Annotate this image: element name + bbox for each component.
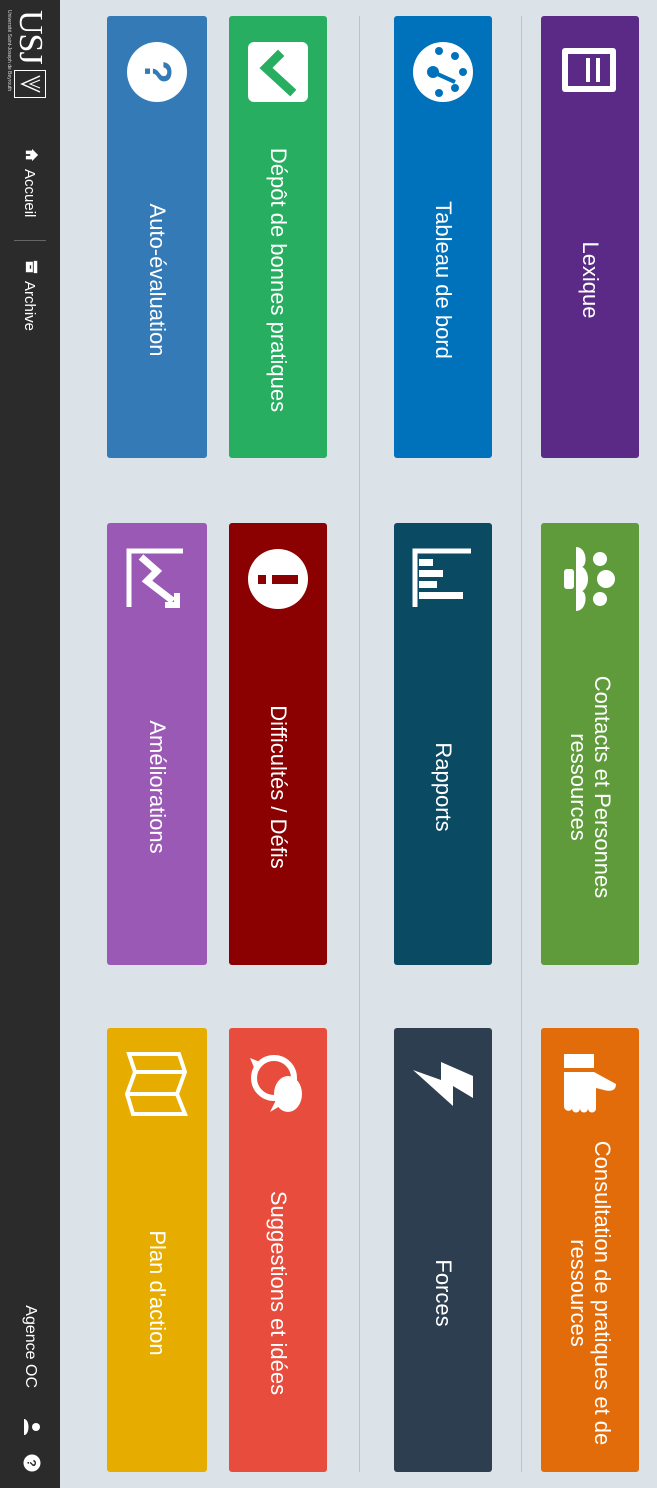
tile-lexique[interactable]: Lexique [541,16,639,458]
dashboard-gauge-icon [409,38,477,106]
tile-difficultes-defis[interactable]: Difficultés / Défis [229,523,327,965]
nav-divider [14,240,46,241]
tile-forces-label: Forces [431,1259,456,1327]
usj-logo[interactable]: USJ Université Saint-Joseph de Beyrouth [6,10,52,98]
svg-text:?: ? [25,1459,39,1466]
nav-accueil-link[interactable]: Accueil [0,148,60,217]
checkmark-icon [244,38,312,106]
user-icon [19,1418,42,1436]
trend-chart-icon [123,545,191,613]
archive-icon [21,260,39,274]
user-menu[interactable] [0,1418,60,1436]
section-divider [359,16,360,1472]
chat-bubbles-icon [244,1050,312,1118]
tile-plan-action-label: Plan d'action [145,1230,170,1356]
section-divider [521,16,522,1472]
tile-rapports-label: Rapports [431,742,456,832]
svg-text:?: ? [136,60,178,83]
home-icon [21,148,39,162]
logo-text: USJ [12,10,49,64]
tile-forces[interactable]: Forces [394,1028,492,1472]
tile-lexique-label: Lexique [578,241,603,319]
tile-difficultes-label: Difficultés / Défis [266,705,291,869]
help-icon: ? [19,1454,42,1472]
tile-consultation-label: Consultation de pratiques et de ressourc… [566,1140,615,1446]
map-icon [123,1050,191,1118]
top-navbar: USJ Université Saint-Joseph de Beyrouth … [0,0,60,1488]
tile-ameliorations-label: Améliorations [145,720,170,854]
people-group-icon [556,545,624,613]
nav-archive-link[interactable]: Archive [0,260,60,331]
tile-auto-evaluation[interactable]: ? Auto-évaluation [107,16,207,458]
bar-chart-icon [409,545,477,613]
help-button[interactable]: ? [0,1454,60,1472]
tile-ameliorations[interactable]: Améliorations [107,523,207,965]
book-icon [556,38,624,106]
logo-emblem-icon [14,69,46,98]
tile-depot-label: Dépôt de bonnes pratiques [266,147,291,413]
tile-suggestions-idees[interactable]: Suggestions et idées [229,1028,327,1472]
tile-auto-evaluation-label: Auto-évaluation [145,203,170,357]
tile-consultation[interactable]: Consultation de pratiques et de ressourc… [541,1028,639,1472]
tile-tableau-label: Tableau de bord [431,201,456,359]
tile-contacts[interactable]: Contacts et Personnes ressources [541,523,639,965]
nav-archive-label: Archive [21,281,39,332]
tile-tableau-de-bord[interactable]: Tableau de bord [394,16,492,458]
tile-contacts-label: Contacts et Personnes ressources [566,675,615,899]
thumbs-up-icon [556,1050,624,1118]
tile-rapports[interactable]: Rapports [394,523,492,965]
logo-subtitle: Université Saint-Joseph de Beyrouth [6,10,12,92]
stage: USJ Université Saint-Joseph de Beyrouth … [0,0,657,1488]
lightning-bolt-icon [409,1050,477,1118]
agency-name: Agence OC [22,1305,39,1388]
tile-depot-bonnes-pratiques[interactable]: Dépôt de bonnes pratiques [229,16,327,458]
exclamation-circle-icon [244,545,312,613]
nav-accueil-label: Accueil [21,169,39,218]
tile-plan-action[interactable]: Plan d'action [107,1028,207,1472]
question-circle-icon: ? [123,38,191,106]
tile-suggestions-label: Suggestions et idées [266,1190,291,1396]
